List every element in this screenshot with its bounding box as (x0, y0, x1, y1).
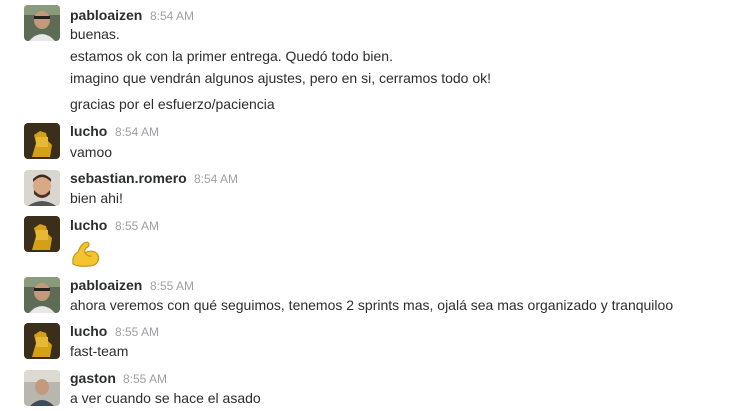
flexed-biceps-icon (70, 240, 102, 273)
avatar-pabloaizen[interactable] (24, 5, 60, 41)
message-text: buenas. (70, 26, 120, 42)
timestamp[interactable]: 8:54 AM (150, 9, 194, 23)
timestamp[interactable]: 8:54 AM (194, 172, 238, 186)
avatar-sebastian-romero[interactable] (24, 170, 60, 206)
timestamp[interactable]: 8:54 AM (115, 125, 159, 139)
author-name[interactable]: gaston (70, 370, 116, 386)
author-name[interactable]: pabloaizen (70, 7, 142, 23)
author-name[interactable]: pabloaizen (70, 277, 142, 293)
author-name[interactable]: lucho (70, 123, 107, 139)
author-name[interactable]: lucho (70, 323, 107, 339)
avatar-lucho[interactable] (24, 123, 60, 159)
avatar-lucho[interactable] (24, 323, 60, 359)
message-text: fast-team (70, 343, 129, 359)
message-text: gracias por el esfuerzo/paciencia (70, 96, 275, 112)
avatar-pabloaizen[interactable] (24, 277, 60, 313)
message-text: a ver cuando se hace el asado (70, 390, 261, 406)
timestamp[interactable]: 8:55 AM (150, 279, 194, 293)
avatar-gaston[interactable] (24, 370, 60, 406)
message-text: imagino que vendrán algunos ajustes, per… (70, 70, 492, 86)
message-text: bien ahi! (70, 190, 123, 206)
author-name[interactable]: lucho (70, 217, 107, 233)
timestamp[interactable]: 8:55 AM (115, 219, 159, 233)
message-feed: pabloaizen 8:54 AM buenas. estamos ok co… (0, 0, 734, 411)
message-text: estamos ok con la primer entrega. Quedó … (70, 48, 393, 64)
message-text: ahora veremos con qué seguimos, tenemos … (70, 297, 674, 313)
timestamp[interactable]: 8:55 AM (115, 325, 159, 339)
avatar-lucho[interactable] (24, 216, 60, 252)
message-text: vamoo (70, 144, 113, 160)
timestamp[interactable]: 8:55 AM (123, 372, 167, 386)
author-name[interactable]: sebastian.romero (70, 170, 187, 186)
